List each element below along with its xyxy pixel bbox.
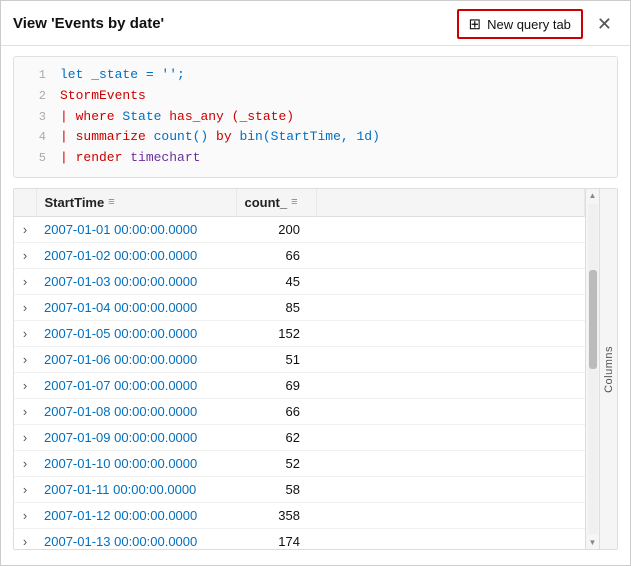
- header-actions: ⊞ New query tab ✕: [457, 9, 619, 39]
- view-title: View 'Events by date': [13, 15, 164, 33]
- table-row: ›2007-01-03 00:00:00.000045: [14, 268, 585, 294]
- row-expand-cell[interactable]: ›: [14, 242, 36, 268]
- table-row: ›2007-01-09 00:00:00.000062: [14, 424, 585, 450]
- row-empty-cell: [316, 424, 585, 450]
- row-starttime-cell: 2007-01-11 00:00:00.0000: [36, 476, 236, 502]
- table-row: ›2007-01-06 00:00:00.000051: [14, 346, 585, 372]
- col-expand: [14, 189, 36, 217]
- row-starttime-cell: 2007-01-13 00:00:00.0000: [36, 528, 236, 549]
- row-expand-cell[interactable]: ›: [14, 450, 36, 476]
- table-body: ›2007-01-01 00:00:00.0000200›2007-01-02 …: [14, 216, 585, 549]
- row-expand-cell[interactable]: ›: [14, 320, 36, 346]
- row-empty-cell: [316, 450, 585, 476]
- row-starttime-cell: 2007-01-10 00:00:00.0000: [36, 450, 236, 476]
- code-line-1: 1 let _state = '';: [14, 65, 617, 86]
- row-count-cell: 45: [236, 268, 316, 294]
- row-expand-cell[interactable]: ›: [14, 294, 36, 320]
- row-starttime-cell: 2007-01-03 00:00:00.0000: [36, 268, 236, 294]
- row-count-cell: 66: [236, 242, 316, 268]
- table-row: ›2007-01-04 00:00:00.000085: [14, 294, 585, 320]
- table-row: ›2007-01-07 00:00:00.000069: [14, 372, 585, 398]
- col-count[interactable]: count_ ≡: [236, 189, 316, 217]
- row-expand-cell[interactable]: ›: [14, 528, 36, 549]
- starttime-filter-icon[interactable]: ≡: [108, 196, 114, 208]
- code-line-5: 5 | render timechart: [14, 148, 617, 169]
- row-count-cell: 69: [236, 372, 316, 398]
- row-empty-cell: [316, 294, 585, 320]
- row-empty-cell: [316, 346, 585, 372]
- row-count-cell: 66: [236, 398, 316, 424]
- row-empty-cell: [316, 398, 585, 424]
- results-table: StartTime ≡ count_ ≡ ›2007-01-01 00:00:0…: [14, 189, 585, 549]
- table-row: ›2007-01-08 00:00:00.000066: [14, 398, 585, 424]
- table-row: ›2007-01-11 00:00:00.000058: [14, 476, 585, 502]
- row-expand-cell[interactable]: ›: [14, 502, 36, 528]
- new-query-tab-button[interactable]: ⊞ New query tab: [457, 9, 583, 39]
- scroll-track[interactable]: [588, 204, 598, 534]
- code-block: 1 let _state = ''; 2 StormEvents 3 | whe…: [13, 56, 618, 178]
- scroll-up-arrow[interactable]: ▲: [587, 189, 599, 202]
- new-tab-icon: ⊞: [469, 15, 482, 33]
- row-expand-cell[interactable]: ›: [14, 268, 36, 294]
- row-empty-cell: [316, 372, 585, 398]
- row-count-cell: 200: [236, 216, 316, 242]
- row-expand-cell[interactable]: ›: [14, 372, 36, 398]
- row-starttime-cell: 2007-01-05 00:00:00.0000: [36, 320, 236, 346]
- table-row: ›2007-01-13 00:00:00.0000174: [14, 528, 585, 549]
- table-row: ›2007-01-12 00:00:00.0000358: [14, 502, 585, 528]
- table-header-row: StartTime ≡ count_ ≡: [14, 189, 585, 217]
- scroll-thumb[interactable]: [589, 270, 597, 369]
- table-row: ›2007-01-01 00:00:00.0000200: [14, 216, 585, 242]
- row-starttime-cell: 2007-01-09 00:00:00.0000: [36, 424, 236, 450]
- close-icon: ✕: [597, 14, 612, 34]
- count-filter-icon[interactable]: ≡: [291, 196, 297, 208]
- code-line-2: 2 StormEvents: [14, 86, 617, 107]
- row-count-cell: 58: [236, 476, 316, 502]
- row-starttime-cell: 2007-01-02 00:00:00.0000: [36, 242, 236, 268]
- code-line-4: 4 | summarize count() by bin(StartTime, …: [14, 127, 617, 148]
- row-starttime-cell: 2007-01-06 00:00:00.0000: [36, 346, 236, 372]
- row-starttime-cell: 2007-01-08 00:00:00.0000: [36, 398, 236, 424]
- row-empty-cell: [316, 502, 585, 528]
- row-count-cell: 85: [236, 294, 316, 320]
- row-count-cell: 358: [236, 502, 316, 528]
- col-empty: [316, 189, 585, 217]
- table-row: ›2007-01-05 00:00:00.0000152: [14, 320, 585, 346]
- row-expand-cell[interactable]: ›: [14, 476, 36, 502]
- close-button[interactable]: ✕: [591, 12, 618, 37]
- row-starttime-cell: 2007-01-12 00:00:00.0000: [36, 502, 236, 528]
- row-expand-cell[interactable]: ›: [14, 346, 36, 372]
- row-expand-cell[interactable]: ›: [14, 398, 36, 424]
- data-table-container: StartTime ≡ count_ ≡ ›2007-01-01 00:00:0…: [13, 188, 618, 550]
- table-scroll-area[interactable]: StartTime ≡ count_ ≡ ›2007-01-01 00:00:0…: [14, 189, 585, 549]
- row-expand-cell[interactable]: ›: [14, 216, 36, 242]
- row-starttime-cell: 2007-01-04 00:00:00.0000: [36, 294, 236, 320]
- table-row: ›2007-01-10 00:00:00.000052: [14, 450, 585, 476]
- new-query-tab-label: New query tab: [487, 17, 571, 32]
- row-empty-cell: [316, 216, 585, 242]
- row-count-cell: 62: [236, 424, 316, 450]
- row-count-cell: 152: [236, 320, 316, 346]
- row-starttime-cell: 2007-01-01 00:00:00.0000: [36, 216, 236, 242]
- row-count-cell: 174: [236, 528, 316, 549]
- row-count-cell: 52: [236, 450, 316, 476]
- col-starttime[interactable]: StartTime ≡: [36, 189, 236, 217]
- scroll-down-arrow[interactable]: ▼: [587, 536, 599, 549]
- columns-sidebar[interactable]: Columns: [599, 189, 617, 549]
- row-empty-cell: [316, 320, 585, 346]
- columns-sidebar-label: Columns: [603, 346, 615, 393]
- vertical-scrollbar[interactable]: ▲ ▼: [585, 189, 599, 549]
- row-empty-cell: [316, 528, 585, 549]
- title-prefix: View: [13, 15, 51, 32]
- row-count-cell: 51: [236, 346, 316, 372]
- header: View 'Events by date' ⊞ New query tab ✕: [1, 1, 630, 46]
- row-starttime-cell: 2007-01-07 00:00:00.0000: [36, 372, 236, 398]
- row-expand-cell[interactable]: ›: [14, 424, 36, 450]
- code-line-3: 3 | where State has_any (_state): [14, 107, 617, 128]
- title-quoted: 'Events by date': [51, 15, 164, 32]
- row-empty-cell: [316, 476, 585, 502]
- row-empty-cell: [316, 242, 585, 268]
- row-empty-cell: [316, 268, 585, 294]
- table-row: ›2007-01-02 00:00:00.000066: [14, 242, 585, 268]
